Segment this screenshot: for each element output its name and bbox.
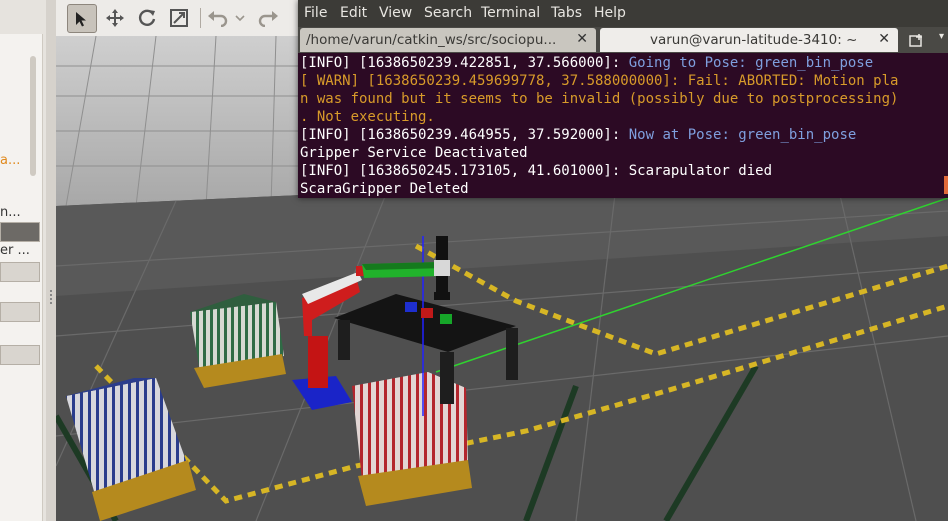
- log-line-warn: n was found but it seems to be invalid (…: [300, 91, 899, 107]
- red-cube[interactable]: [421, 308, 433, 318]
- log-line-warn: [ WARN] [1638650239.459699778, 37.588000…: [300, 73, 899, 89]
- rotate-icon[interactable]: [133, 4, 161, 31]
- menu-view[interactable]: View: [379, 5, 412, 21]
- tab-catkin-ws[interactable]: /home/varun/catkin_ws/src/sociopu... ✕: [300, 28, 596, 52]
- green-cube[interactable]: [440, 314, 452, 324]
- log-line-warn: . Not executing.: [300, 109, 435, 125]
- blue-cube[interactable]: [405, 302, 417, 312]
- terminal-output[interactable]: [INFO] [1638650239.422851, 37.566000]: G…: [300, 54, 940, 198]
- terminal-tab-bar: /home/varun/catkin_ws/src/sociopu... ✕ v…: [298, 27, 948, 53]
- new-tab-icon[interactable]: [906, 31, 928, 49]
- panel-splitter[interactable]: [46, 0, 56, 521]
- splitter-grip[interactable]: [50, 290, 52, 304]
- menu-edit[interactable]: Edit: [340, 5, 367, 21]
- menu-search[interactable]: Search: [424, 5, 472, 21]
- undo-dropdown-icon[interactable]: [232, 4, 248, 31]
- terminal-menubar: File Edit View Search Terminal Tabs Help: [298, 0, 948, 27]
- terminal-window[interactable]: File Edit View Search Terminal Tabs Help…: [298, 0, 948, 198]
- close-icon[interactable]: ✕: [576, 31, 588, 47]
- select-arrow-icon[interactable]: [67, 4, 97, 33]
- left-panel-row[interactable]: [0, 302, 40, 322]
- log-line: [INFO] [1638650245.173105, 41.601000]: S…: [300, 163, 773, 179]
- left-panel-item-fragment[interactable]: a...: [0, 153, 20, 168]
- tab-home-shell[interactable]: varun@varun-latitude-3410: ~ ✕: [600, 28, 898, 52]
- undo-icon[interactable]: [204, 4, 232, 31]
- chevron-down-icon[interactable]: ▾: [939, 31, 944, 42]
- menu-file[interactable]: File: [304, 5, 327, 21]
- close-icon[interactable]: ✕: [878, 31, 890, 47]
- left-panel-row[interactable]: [0, 345, 40, 365]
- log-line-info: [INFO] [1638650239.422851, 37.566000]: G…: [300, 55, 874, 71]
- log-line: ScaraGripper Deleted: [300, 181, 469, 197]
- menu-help[interactable]: Help: [594, 5, 626, 21]
- redo-icon[interactable]: [254, 4, 282, 31]
- terminal-scroll-indicator[interactable]: [944, 176, 948, 194]
- green-bin[interactable]: [190, 294, 286, 388]
- log-line: Gripper Service Deactivated: [300, 145, 528, 161]
- scale-icon[interactable]: [165, 4, 193, 31]
- tab-label: varun@varun-latitude-3410: ~: [650, 32, 858, 48]
- translate-icon[interactable]: [101, 4, 129, 31]
- tab-label: /home/varun/catkin_ws/src/sociopu...: [306, 32, 557, 48]
- toolbar-separator: [200, 8, 201, 28]
- left-panel-row-selected[interactable]: [0, 222, 40, 242]
- log-line-info: [INFO] [1638650239.464955, 37.592000]: N…: [300, 127, 857, 143]
- left-panel-row[interactable]: [0, 262, 40, 282]
- left-panel-item-fragment[interactable]: n...: [0, 205, 21, 220]
- left-panel-item-fragment[interactable]: er ...: [0, 243, 30, 258]
- menu-tabs[interactable]: Tabs: [551, 5, 582, 21]
- left-panel-scrollbar[interactable]: [30, 56, 36, 176]
- gazebo-left-panel: a... n... er ...: [0, 0, 47, 521]
- menu-terminal[interactable]: Terminal: [481, 5, 540, 21]
